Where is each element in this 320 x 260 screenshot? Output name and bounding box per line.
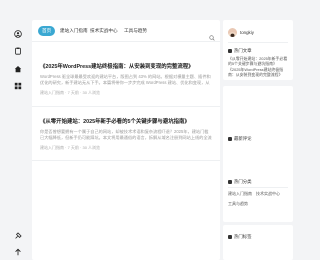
post-time: 7 天前 [67,90,79,95]
post-views: 30 人浏览 [82,145,101,150]
arrow-up-icon[interactable] [13,247,22,256]
tag-icon [228,235,232,239]
widget-title: 热门标签 [228,234,252,240]
post-divider [32,106,220,107]
post-category[interactable]: 建站入门指南 [40,90,64,95]
category-link[interactable]: 建站入门指南 [228,191,252,197]
post-title[interactable]: 《从零开始建站：2025年新手必看的5个关键步骤与避坑指南》 [40,117,212,125]
pin-icon[interactable] [13,231,22,240]
post-time: 7 天前 [67,145,79,150]
search-icon[interactable] [209,28,215,41]
folder-icon [228,180,232,184]
home-icon[interactable] [13,64,22,73]
tab-beginner-guide[interactable]: 建站入门指南 [60,26,88,36]
avatar[interactable] [228,28,237,37]
post-divider [32,160,220,161]
widget-title: 热门文章 [228,48,252,54]
post-excerpt: WordPress 驱全球最最受欢迎的建站平台，版图占到 43% 的网站。根据对… [40,74,211,85]
widget-title: 热门分类 [228,179,252,185]
post-meta: 建站入门指南 · 7 天前 · 30 人浏览 [40,145,101,150]
hot-post-item[interactable]: 《2025年WordPress建站终极指南：从安装到变现的完整流程》 [228,67,290,77]
main-content: 首页 建站入门指南 技术实战中心 工具与趋势 《2025年WordPress建站… [32,20,220,260]
username[interactable]: tongkiy [240,30,254,35]
user-circle-icon[interactable] [13,29,22,38]
category-link[interactable]: 工具与趋势 [228,201,248,207]
widget-divider [228,187,288,188]
post-card[interactable]: 《从零开始建站：2025年新手必看的5个关键步骤与避坑指南》 你是否曾想要拥有一… [40,117,212,151]
category-nav: 首页 建站入门指南 技术实战中心 工具与趋势 [32,20,220,42]
clipboard-icon[interactable] [13,46,22,55]
sidebar-widget-tags: 热门标签 [223,225,293,260]
tab-tech-practice[interactable]: 技术实战中心 [90,26,118,36]
sidebar-widget-hot-posts: tongkiy 热门文章 《从零开始建站：2025年新手必看的5个关键步骤与避坑… [223,20,293,80]
category-link[interactable]: 技术实战中心 [256,191,280,197]
left-icon-rail [0,0,30,260]
post-category[interactable]: 建站入门指南 [40,145,64,150]
comment-icon [228,137,232,141]
grid-icon[interactable] [13,81,22,90]
sidebar-widget-categories: 热门分类 建站入门指南 技术实战中心 工具与趋势 [223,170,293,222]
post-excerpt: 你是否曾想要拥有一个属于自己的网站，却被技术术语和复杂流程吓退？2025年，建站… [40,129,212,140]
widget-title: 最新评论 [228,136,252,142]
post-meta: 建站入门指南 · 7 天前 · 30 人浏览 [40,90,101,95]
post-card[interactable]: 《2025年WordPress建站终极指南：从安装到变现的完整流程》 WordP… [40,62,212,96]
post-views: 30 人浏览 [82,90,101,95]
tab-tools-trends[interactable]: 工具与趋势 [124,26,147,36]
hot-icon [228,49,232,53]
widget-divider [228,42,288,43]
hot-post-item[interactable]: 《从零开始建站：2025年新手必看的5个关键步骤与避坑指南》 [228,56,290,66]
tab-home[interactable]: 首页 [38,26,56,36]
post-title[interactable]: 《2025年WordPress建站终极指南：从安装到变现的完整流程》 [40,62,212,70]
